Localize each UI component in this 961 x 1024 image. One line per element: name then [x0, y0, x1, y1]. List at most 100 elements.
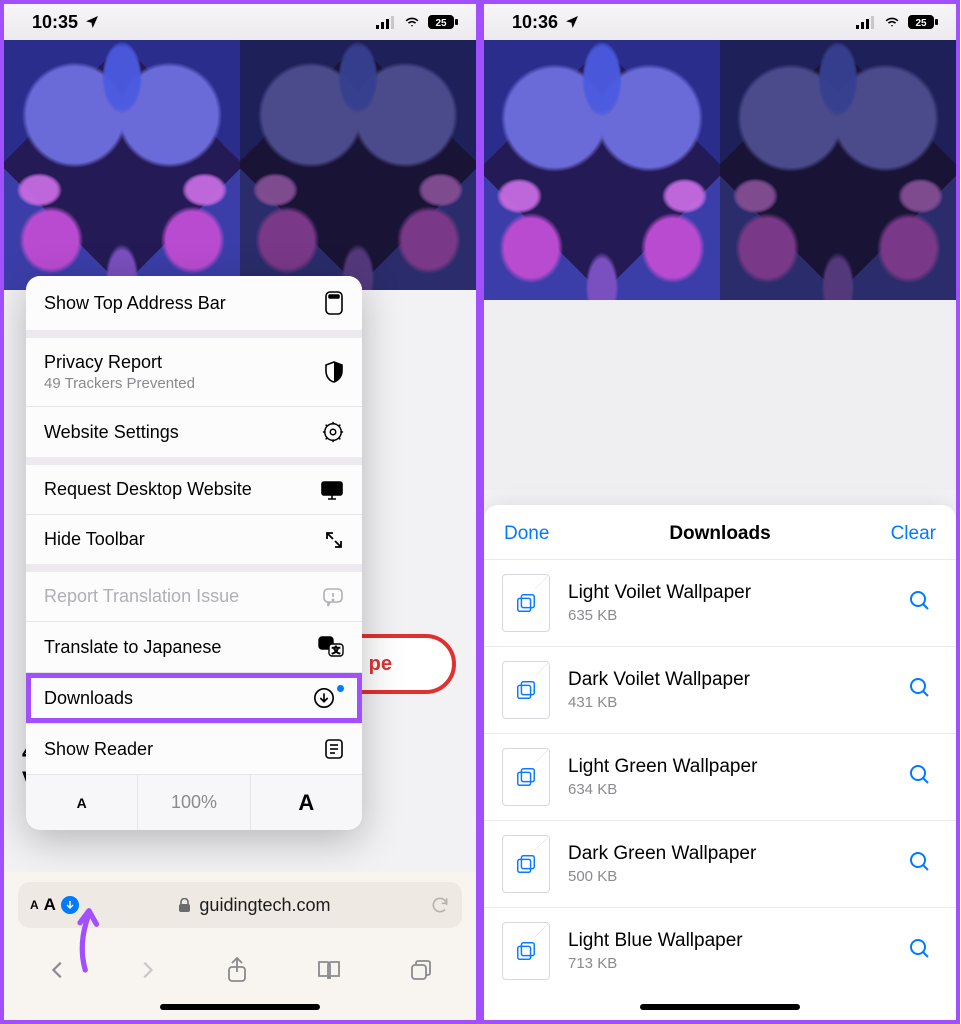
battery-icon: 25 — [908, 15, 938, 29]
menu-item-label: Website Settings — [44, 422, 179, 443]
download-name: Dark Voilet Wallpaper — [568, 669, 884, 691]
home-indicator[interactable] — [160, 1004, 320, 1010]
report-bubble-icon — [322, 587, 344, 607]
page-hero-image — [4, 40, 476, 290]
phone-right: 10:36 25 Done Downloads Clear Light Voil… — [480, 0, 960, 1024]
text-size-decrease[interactable]: A — [26, 775, 138, 830]
annotation-arrow — [74, 900, 104, 980]
menu-translate[interactable]: Translate to Japanese A文 — [26, 622, 362, 673]
menu-report-translation: Report Translation Issue — [26, 572, 362, 622]
done-button[interactable]: Done — [504, 523, 549, 545]
svg-text:25: 25 — [915, 18, 927, 29]
text-size-increase[interactable]: A — [251, 775, 362, 830]
menu-item-label: Translate to Japanese — [44, 637, 221, 658]
file-image-icon — [502, 574, 550, 632]
gear-icon — [322, 421, 344, 443]
status-bar: 10:35 25 — [4, 4, 476, 40]
magnifier-icon — [908, 676, 932, 700]
download-name: Light Blue Wallpaper — [568, 930, 884, 952]
magnifier-icon — [908, 850, 932, 874]
menu-item-label: Show Reader — [44, 739, 153, 760]
text-size-control: A 100% A — [26, 774, 362, 830]
download-size: 431 KB — [568, 694, 884, 711]
menu-privacy-report[interactable]: Privacy Report 49 Trackers Prevented — [26, 338, 362, 407]
menu-item-label: Show Top Address Bar — [44, 293, 226, 314]
reveal-in-files-button[interactable] — [902, 583, 938, 624]
clear-button[interactable]: Clear — [891, 523, 936, 545]
svg-text:文: 文 — [332, 645, 340, 655]
download-size: 635 KB — [568, 607, 884, 624]
reveal-in-files-button[interactable] — [902, 757, 938, 798]
wifi-icon — [402, 15, 422, 29]
bookmarks-icon[interactable] — [316, 959, 342, 981]
download-name: Light Voilet Wallpaper — [568, 582, 884, 604]
menu-request-desktop[interactable]: Request Desktop Website — [26, 465, 362, 515]
download-item[interactable]: Dark Green Wallpaper 500 KB — [484, 820, 956, 907]
menu-item-sublabel: 49 Trackers Prevented — [44, 375, 195, 392]
battery-icon: 25 — [428, 15, 458, 29]
wifi-icon — [882, 15, 902, 29]
file-image-icon — [502, 835, 550, 893]
address-bar-top-icon — [324, 290, 344, 316]
menu-item-label: Hide Toolbar — [44, 529, 145, 550]
menu-item-label: Request Desktop Website — [44, 479, 252, 500]
forward-icon[interactable] — [136, 959, 158, 981]
reload-icon[interactable] — [430, 895, 450, 915]
svg-text:25: 25 — [435, 18, 447, 29]
download-item[interactable]: Dark Voilet Wallpaper 431 KB — [484, 646, 956, 733]
back-icon[interactable] — [47, 959, 69, 981]
text-size-percent[interactable]: 100% — [138, 775, 250, 830]
download-item[interactable]: Light Green Wallpaper 634 KB — [484, 733, 956, 820]
download-size: 634 KB — [568, 781, 884, 798]
lock-icon — [178, 898, 191, 913]
menu-item-label: Report Translation Issue — [44, 586, 239, 607]
status-time: 10:35 — [32, 12, 78, 33]
menu-downloads[interactable]: Downloads — [26, 673, 362, 724]
reveal-in-files-button[interactable] — [902, 844, 938, 885]
cellular-icon — [376, 15, 396, 29]
expand-arrows-icon — [324, 530, 344, 550]
sheet-title: Downloads — [669, 523, 770, 545]
status-time: 10:36 — [512, 12, 558, 33]
file-image-icon — [502, 748, 550, 806]
download-circle-icon — [313, 687, 335, 709]
phone-left: 10:35 25 pe 4 V Show Top Address Bar — [0, 0, 480, 1024]
download-item[interactable]: Light Voilet Wallpaper 635 KB — [484, 559, 956, 646]
aa-button[interactable]: AA — [30, 895, 79, 915]
reveal-in-files-button[interactable] — [902, 931, 938, 972]
download-name: Light Green Wallpaper — [568, 756, 884, 778]
download-size: 713 KB — [568, 955, 884, 972]
safari-aa-menu: Show Top Address Bar Privacy Report 49 T… — [26, 276, 362, 830]
menu-website-settings[interactable]: Website Settings — [26, 407, 362, 457]
downloads-sheet: Done Downloads Clear Light Voilet Wallpa… — [484, 505, 956, 1020]
download-item[interactable]: Light Blue Wallpaper 713 KB — [484, 907, 956, 994]
download-badge-dot — [337, 685, 344, 692]
reader-icon — [324, 738, 344, 760]
menu-item-label: Downloads — [44, 688, 133, 709]
url-domain[interactable]: guidingtech.com — [91, 895, 418, 916]
desktop-icon — [320, 480, 344, 500]
menu-show-reader[interactable]: Show Reader — [26, 724, 362, 774]
file-image-icon — [502, 922, 550, 980]
magnifier-icon — [908, 589, 932, 613]
status-bar: 10:36 25 — [484, 4, 956, 40]
download-size: 500 KB — [568, 868, 884, 885]
location-icon — [84, 14, 100, 30]
location-icon — [564, 14, 580, 30]
magnifier-icon — [908, 763, 932, 787]
download-name: Dark Green Wallpaper — [568, 843, 884, 865]
file-image-icon — [502, 661, 550, 719]
shield-half-icon — [324, 361, 344, 383]
page-background — [484, 300, 956, 490]
menu-hide-toolbar[interactable]: Hide Toolbar — [26, 515, 362, 564]
tabs-icon[interactable] — [409, 958, 433, 982]
downloads-list: Light Voilet Wallpaper 635 KB Dark Voilet … — [484, 559, 956, 994]
menu-item-label: Privacy Report — [44, 352, 195, 373]
menu-show-top-address-bar[interactable]: Show Top Address Bar — [26, 276, 362, 330]
reveal-in-files-button[interactable] — [902, 670, 938, 711]
home-indicator[interactable] — [640, 1004, 800, 1010]
magnifier-icon — [908, 937, 932, 961]
cellular-icon — [856, 15, 876, 29]
translate-icon: A文 — [318, 636, 344, 658]
share-icon[interactable] — [225, 957, 249, 983]
